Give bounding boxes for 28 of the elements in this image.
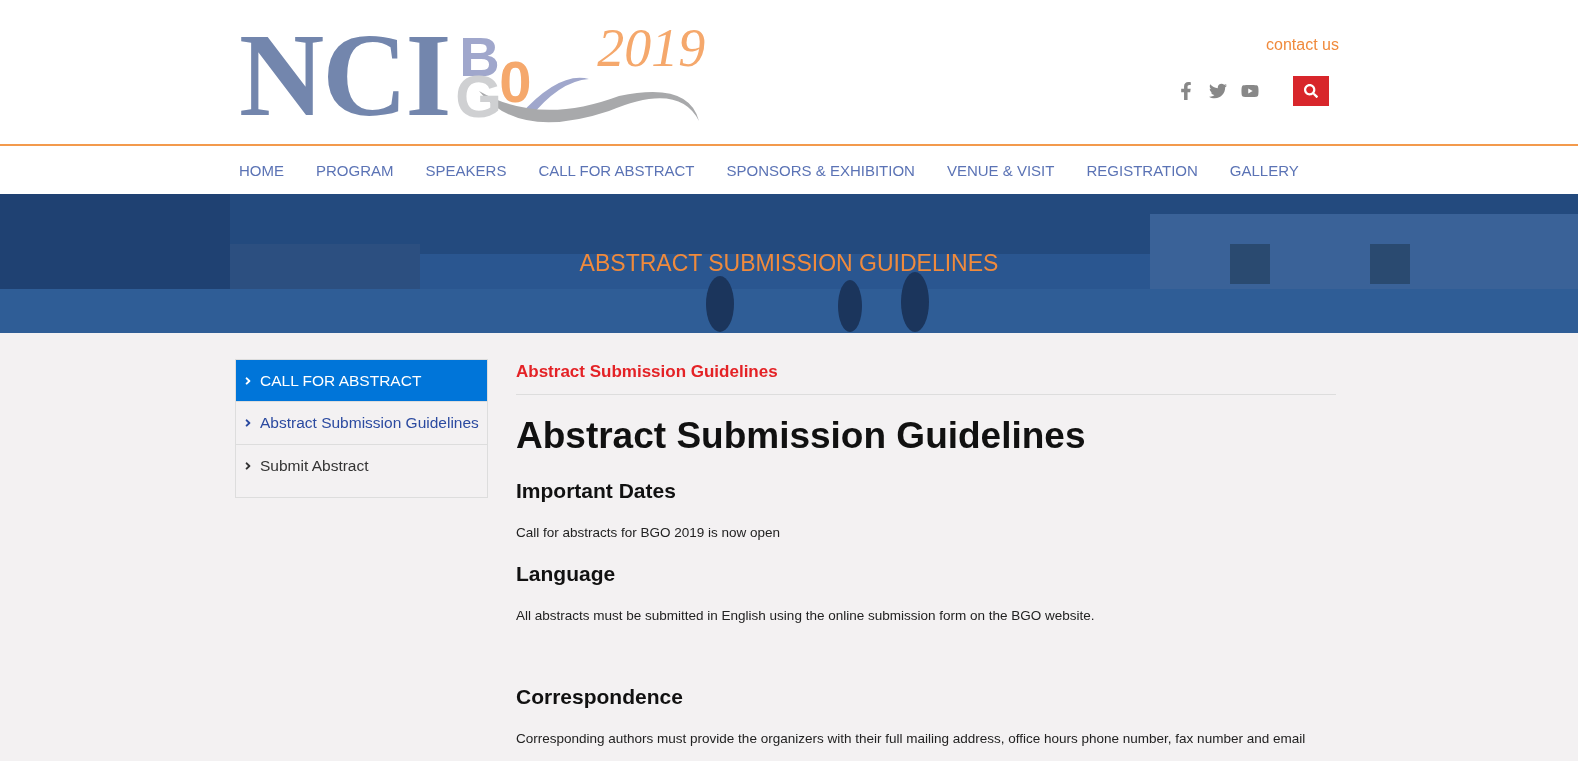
search-icon xyxy=(1304,84,1318,98)
nav-link[interactable]: VENUE & VISIT xyxy=(946,161,1055,179)
logo-letter: 0 xyxy=(499,53,532,111)
section-title: Abstract Submission Guidelines xyxy=(516,359,1336,395)
search-button[interactable] xyxy=(1293,76,1329,106)
nav-link[interactable]: GALLERY xyxy=(1229,161,1299,179)
sidebar-item[interactable]: CALL FOR ABSTRACT xyxy=(236,360,487,402)
page-heading: Abstract Submission Guidelines xyxy=(516,415,1087,457)
nav-link[interactable]: REGISTRATION xyxy=(1086,161,1198,179)
banner-title: ABSTRACT SUBMISSION GUIDELINES xyxy=(579,250,999,277)
nav-link[interactable]: SPEAKERS xyxy=(425,161,507,179)
section-heading: Correspondence xyxy=(516,685,684,709)
paragraph: Call for abstracts for BGO 2019 is now open xyxy=(516,525,782,540)
nav-link[interactable]: PROGRAM xyxy=(316,161,394,179)
section-heading: Important Dates xyxy=(516,479,677,503)
logo-year: 2019 xyxy=(597,21,706,75)
twitter-icon[interactable] xyxy=(1209,82,1227,100)
sidebar-item[interactable]: Submit Abstract xyxy=(236,445,487,487)
youtube-icon[interactable] xyxy=(1241,82,1259,100)
paragraph: Corresponding authors must provide the organizers with their full mailing address, office hours phone number, fax number and email xyxy=(516,731,1307,746)
sidebar-item[interactable]: Abstract Submission Guidelines xyxy=(236,402,487,445)
contact-link[interactable]: contact us xyxy=(1266,36,1339,54)
section-heading: Language xyxy=(516,562,617,586)
nav-link[interactable]: HOME xyxy=(239,161,284,179)
nav-link[interactable]: CALL FOR ABSTRACT xyxy=(538,161,695,179)
logo-text: NCI xyxy=(239,17,450,135)
nav-link[interactable]: SPONSORS & EXHIBITION xyxy=(726,161,915,179)
paragraph: All abstracts must be submitted in English using the online submission form on the BGO website. xyxy=(516,608,1096,623)
